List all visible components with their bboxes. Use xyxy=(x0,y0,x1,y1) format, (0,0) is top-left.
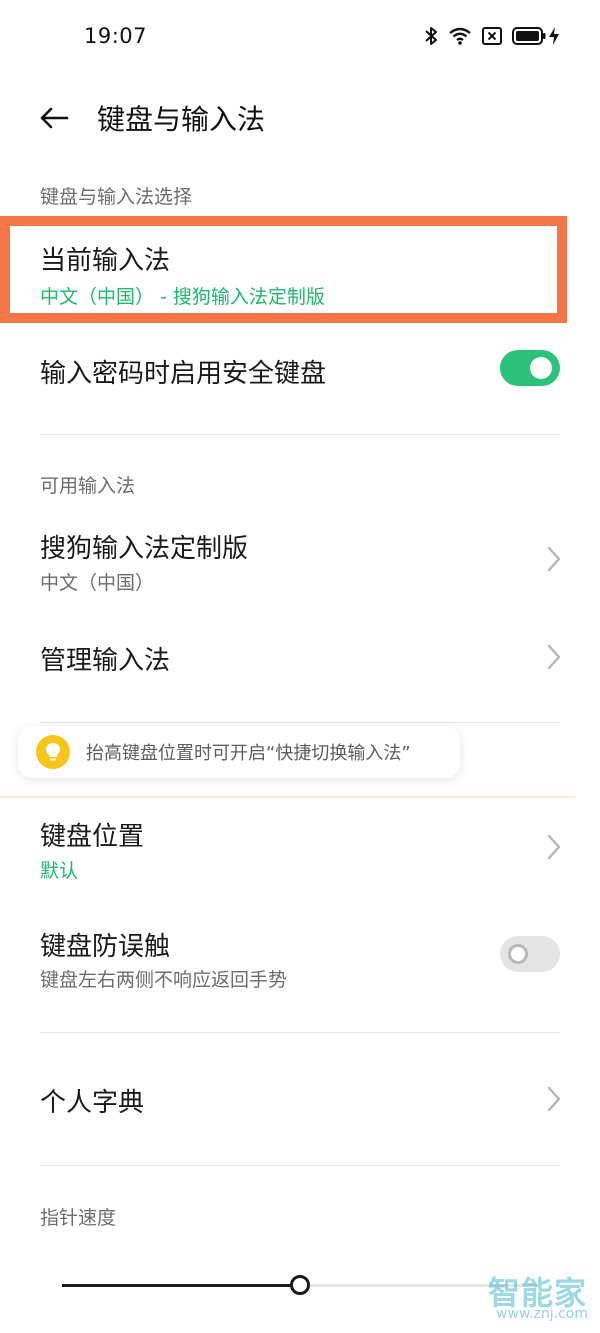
chevron-right-icon xyxy=(547,1086,561,1112)
divider xyxy=(40,434,560,435)
tip-text: 抬高键盘位置时可开启“快捷切换输入法” xyxy=(86,743,411,764)
bluetooth-icon xyxy=(424,26,438,46)
page-title: 键盘与输入法 xyxy=(97,103,266,136)
keyboard-position-subtitle: 默认 xyxy=(40,860,79,882)
sogou-ime-title: 搜狗输入法定制版 xyxy=(40,534,249,564)
personal-dictionary-title: 个人字典 xyxy=(40,1088,145,1118)
toggle-knob xyxy=(530,357,552,379)
chevron-right-icon xyxy=(547,546,561,572)
pointer-speed-fill xyxy=(62,1284,300,1287)
divider xyxy=(40,1032,560,1033)
wifi-icon xyxy=(448,26,472,46)
charging-icon xyxy=(548,26,560,46)
back-arrow-icon xyxy=(40,107,69,129)
highlight-box xyxy=(0,216,567,323)
tip-banner[interactable]: 抬高键盘位置时可开启“快捷切换输入法” xyxy=(18,726,460,778)
pointer-speed-thumb[interactable] xyxy=(290,1275,310,1295)
keyboard-position-row[interactable]: 键盘位置 默认 xyxy=(0,808,600,888)
anti-mistouch-row[interactable]: 键盘防误触 键盘左右两侧不响应返回手势 xyxy=(0,918,600,998)
anti-mistouch-toggle[interactable] xyxy=(500,936,560,972)
back-button[interactable] xyxy=(36,100,72,136)
anti-mistouch-title: 键盘防误触 xyxy=(40,932,171,962)
secure-keyboard-toggle[interactable] xyxy=(500,350,560,386)
sogou-ime-row[interactable]: 搜狗输入法定制版 中文（中国） xyxy=(0,520,600,600)
status-time: 19:07 xyxy=(84,24,148,48)
toggle-knob xyxy=(508,944,528,964)
section-label-pointer-speed: 指针速度 xyxy=(40,1207,117,1229)
lightbulb-icon xyxy=(36,735,70,769)
status-icons xyxy=(424,26,560,46)
chevron-right-icon xyxy=(547,834,561,860)
sogou-ime-subtitle: 中文（中国） xyxy=(40,572,155,594)
divider xyxy=(40,1165,560,1166)
sim-off-icon xyxy=(482,27,502,45)
chevron-right-icon xyxy=(547,644,561,670)
divider xyxy=(40,722,560,723)
personal-dictionary-row[interactable]: 个人字典 xyxy=(0,1068,600,1130)
battery-icon xyxy=(512,27,546,45)
manage-ime-title: 管理输入法 xyxy=(40,646,171,676)
keyboard-position-title: 键盘位置 xyxy=(40,822,145,852)
tip-underline xyxy=(0,796,575,798)
anti-mistouch-subtitle: 键盘左右两侧不响应返回手势 xyxy=(40,969,288,991)
secure-keyboard-row[interactable]: 输入密码时启用安全键盘 xyxy=(0,340,600,400)
section-label-available: 可用输入法 xyxy=(40,475,136,497)
watermark-url: www.znj.com xyxy=(496,1306,588,1322)
manage-ime-row[interactable]: 管理输入法 xyxy=(0,626,600,688)
section-label-selection: 键盘与输入法选择 xyxy=(40,186,193,208)
secure-keyboard-title: 输入密码时启用安全键盘 xyxy=(40,359,327,389)
